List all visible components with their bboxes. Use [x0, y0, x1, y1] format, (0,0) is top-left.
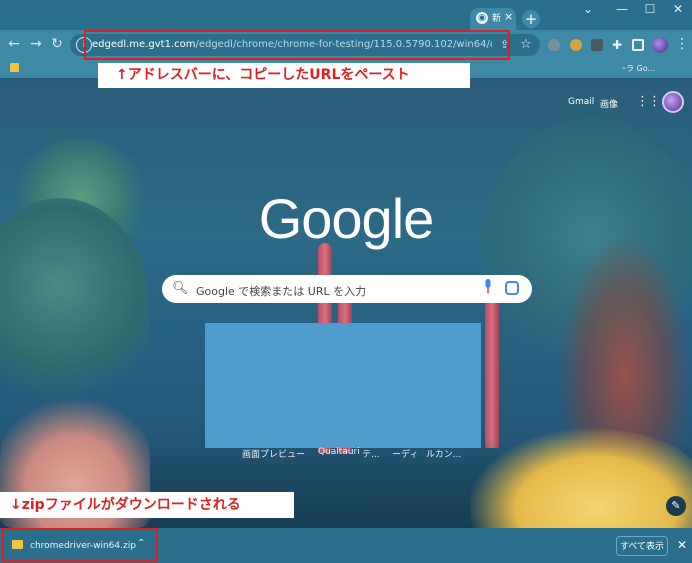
- tab-close-icon[interactable]: ×: [504, 10, 513, 23]
- microphone-icon[interactable]: [484, 279, 492, 293]
- search-input[interactable]: Google で検索または URL を入力: [196, 283, 366, 299]
- images-link[interactable]: 画像: [600, 97, 618, 110]
- bookmark-item[interactable]: ｰラ Go...: [622, 63, 655, 74]
- shortcut-label[interactable]: 画面プレビュー: [242, 447, 305, 460]
- chrome-icon: ◉: [476, 12, 488, 24]
- new-tab-page: Gmail 画像 ⋮⋮⋮ Google 🔍︎ Google で検索または URL…: [0, 78, 692, 528]
- gmail-link[interactable]: Gmail: [568, 97, 594, 107]
- shortcut-label[interactable]: ルカン...: [426, 447, 461, 460]
- address-bar-callout: ↑アドレスバーに、コピーしたURLをペースト: [98, 63, 470, 88]
- side-panel-icon[interactable]: [632, 39, 644, 51]
- tab-title: 新: [492, 14, 502, 24]
- yellow-coral: [470, 428, 692, 528]
- download-filename[interactable]: chromedriver-win64.zip: [30, 541, 136, 551]
- address-bar-highlight: [84, 30, 510, 60]
- close-window-button[interactable]: ✕: [664, 2, 692, 16]
- bookmark-star-icon[interactable]: ☆: [520, 37, 532, 52]
- profile-avatar[interactable]: [652, 37, 668, 53]
- close-download-bar-icon[interactable]: ✕: [677, 538, 687, 552]
- tube-coral: [485, 298, 499, 448]
- zip-file-icon: [12, 540, 23, 549]
- customize-pencil-icon[interactable]: ✎: [666, 496, 686, 516]
- tab-search-icon[interactable]: ⌄: [574, 2, 602, 16]
- extension-icon[interactable]: [591, 39, 603, 51]
- back-icon[interactable]: ←: [6, 36, 22, 52]
- redacted-shortcuts-area: [205, 323, 481, 448]
- puzzle-extensions-icon[interactable]: ✚: [612, 39, 624, 51]
- forward-icon[interactable]: →: [28, 36, 44, 52]
- show-all-downloads-button[interactable]: すべて表示: [616, 536, 668, 556]
- shortcut-label[interactable]: ーディ: [392, 447, 418, 460]
- new-tab-button[interactable]: +: [522, 10, 540, 28]
- shield-extension-icon[interactable]: [548, 39, 560, 51]
- maximize-button[interactable]: ☐: [636, 2, 664, 16]
- menu-kebab-icon[interactable]: ⋮: [675, 36, 689, 52]
- search-icon: 🔍︎: [172, 281, 189, 296]
- tab-new-tab[interactable]: ◉ 新 ×: [470, 8, 516, 30]
- cookie-extension-icon[interactable]: [570, 39, 582, 51]
- shortcut-label[interactable]: Qualtauri: [318, 447, 360, 457]
- chevron-up-icon[interactable]: ⌃: [137, 538, 145, 549]
- google-logo: Google: [258, 187, 435, 250]
- reload-icon[interactable]: ↻: [49, 36, 65, 52]
- download-callout: ↓zipファイルがダウンロードされる: [0, 492, 294, 518]
- google-lens-icon[interactable]: [505, 281, 519, 295]
- shortcut-label[interactable]: テ...: [362, 447, 380, 460]
- folder-icon[interactable]: [10, 63, 19, 72]
- account-avatar[interactable]: [662, 91, 684, 113]
- minimize-button[interactable]: —: [608, 2, 636, 16]
